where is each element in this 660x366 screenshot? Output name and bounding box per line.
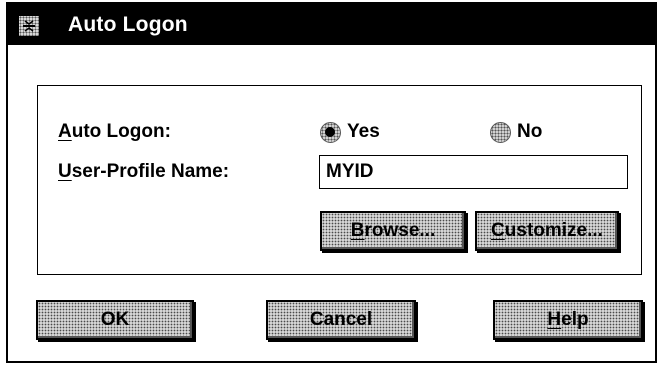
help-label: elp bbox=[561, 309, 589, 330]
profile-name-label: User-Profile Name: bbox=[58, 161, 229, 183]
auto-logon-mnemonic: A bbox=[58, 121, 72, 142]
radio-no-label: No bbox=[517, 121, 543, 142]
window-menu-icon[interactable] bbox=[19, 16, 39, 36]
help-mnemonic: H bbox=[547, 309, 562, 330]
radio-no-indicator[interactable] bbox=[490, 121, 511, 143]
auto-logon-label-text: uto Logon: bbox=[71, 121, 171, 142]
help-button[interactable]: Help bbox=[493, 300, 643, 340]
radio-no[interactable]: No bbox=[490, 121, 542, 143]
radio-yes[interactable]: Yes bbox=[320, 121, 380, 143]
ok-label: OK bbox=[100, 309, 130, 330]
customize-mnemonic: C bbox=[491, 220, 505, 241]
cancel-label: Cancel bbox=[309, 309, 373, 330]
profile-name-mnemonic: U bbox=[58, 161, 72, 182]
radio-yes-label: Yes bbox=[347, 121, 380, 142]
radio-yes-indicator[interactable] bbox=[320, 121, 341, 143]
ok-button[interactable]: OK bbox=[36, 300, 194, 340]
cancel-button[interactable]: Cancel bbox=[266, 300, 416, 340]
profile-name-label-text: ser-Profile Name: bbox=[71, 161, 230, 182]
browse-button[interactable]: Browse... bbox=[320, 211, 466, 251]
profile-name-field[interactable]: MYID bbox=[319, 155, 628, 189]
title-bar: Auto Logon bbox=[8, 4, 655, 45]
dialog-title: Auto Logon bbox=[68, 13, 188, 36]
browse-label: rowse... bbox=[364, 220, 436, 241]
customize-label: ustomize... bbox=[504, 220, 603, 241]
auto-logon-label: Auto Logon: bbox=[58, 121, 171, 143]
browse-mnemonic: B bbox=[350, 220, 365, 241]
auto-logon-dialog: Auto Logon Auto Logon: Yes No User-Profi… bbox=[6, 2, 657, 363]
customize-button[interactable]: Customize... bbox=[475, 211, 619, 251]
